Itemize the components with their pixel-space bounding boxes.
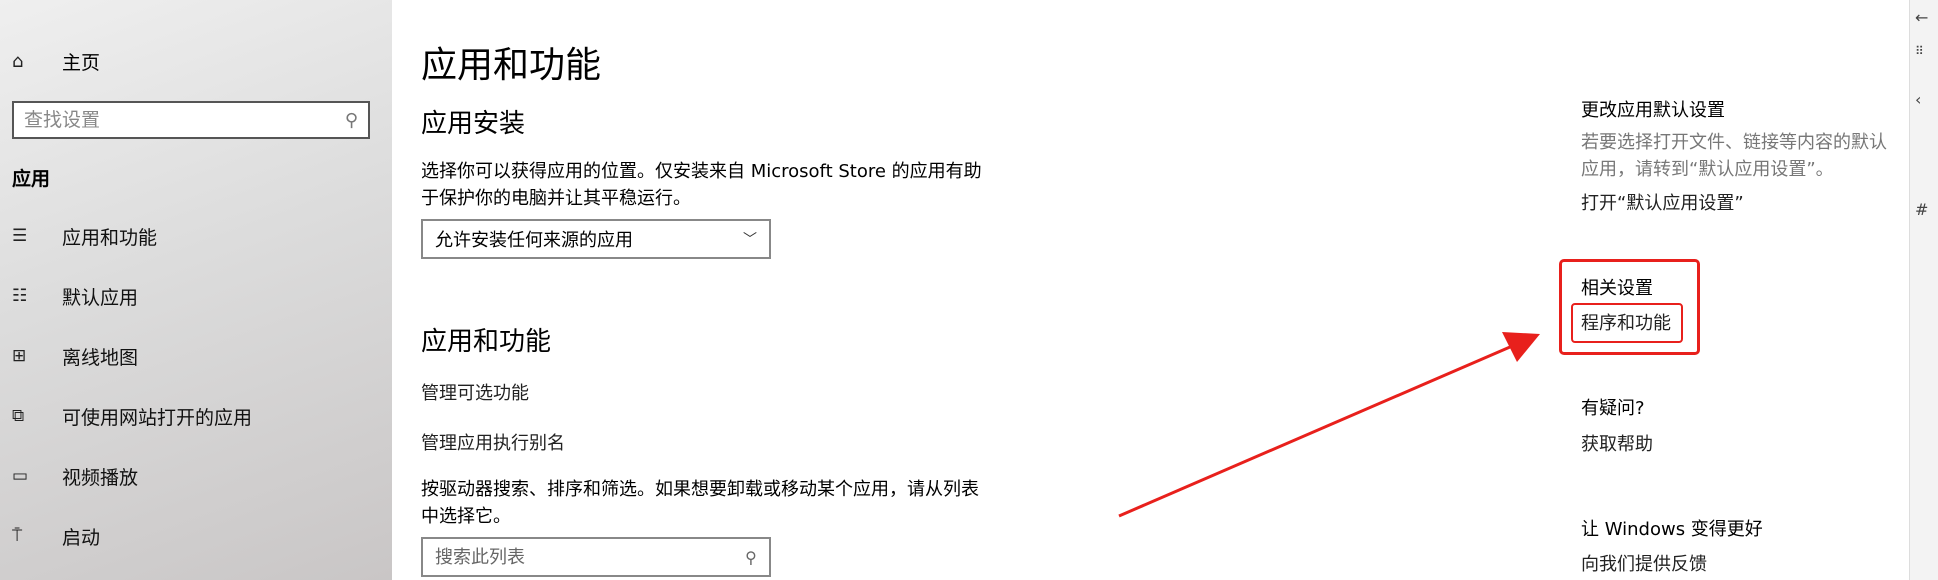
get-help-link[interactable]: 获取帮助 <box>1581 430 1653 456</box>
sidebar-item-default-apps[interactable]: ☷ 默认应用 <box>12 278 138 314</box>
nav-section-title: 应用 <box>12 168 51 190</box>
chevron-down-icon: ﹀ <box>743 232 757 248</box>
chevron-left-icon: ‹ <box>1915 90 1922 109</box>
apps-list-search-box[interactable]: ⚲ <box>421 537 771 577</box>
manage-optional-features-link[interactable]: 管理可选功能 <box>421 379 529 405</box>
install-source-dropdown[interactable]: 允许安装任何来源的应用 ﹀ <box>421 219 771 259</box>
navigation-pane: ⌂ 主页 ⚲ 应用 ☰ 应用和功能 ☷ 默认应用 ⊞ 离线地图 ⧉ 可使用网站打… <box>0 0 392 580</box>
sidebar-item-label: 离线地图 <box>62 346 139 369</box>
sidebar-item-label: 启动 <box>62 526 101 549</box>
settings-search-input[interactable] <box>24 109 345 131</box>
apps-for-websites-icon: ⧉ <box>12 406 25 426</box>
improve-windows-heading: 让 Windows 变得更好 <box>1581 519 1763 540</box>
sidebar-item-label: 应用和功能 <box>62 226 158 249</box>
startup-icon: ⍑ <box>12 526 23 546</box>
offline-maps-icon: ⊞ <box>12 346 27 366</box>
apps-list-search-input[interactable] <box>435 546 746 568</box>
app-install-heading: 应用安装 <box>421 109 526 139</box>
nav-home-label: 主页 <box>62 51 101 74</box>
video-playback-icon: ▭ <box>12 466 29 486</box>
change-defaults-heading: 更改应用默认设置 <box>1581 100 1725 121</box>
apps-grid-icon: ⠿ <box>1915 44 1924 58</box>
search-icon[interactable]: ⚲ <box>345 110 358 131</box>
main-content: 应用和功能 应用安装 选择你可以获得应用的位置。仅安装来自 Microsoft … <box>392 0 1938 580</box>
sidebar-item-offline-maps[interactable]: ⊞ 离线地图 <box>12 338 138 374</box>
sidebar-item-label: 默认应用 <box>62 286 139 309</box>
dropdown-selected-value: 允许安装任何来源的应用 <box>435 230 633 251</box>
search-icon[interactable]: ⚲ <box>745 548 757 567</box>
manage-exec-aliases-link[interactable]: 管理应用执行别名 <box>421 429 565 455</box>
apps-features-icon: ☰ <box>12 226 28 246</box>
sidebar-item-startup[interactable]: ⍑ 启动 <box>12 518 100 554</box>
annotation-inner-box <box>1571 303 1683 343</box>
default-apps-icon: ☷ <box>12 286 28 306</box>
apps-list-description: 按驱动器搜索、排序和筛选。如果想要卸载或移动某个应用，请从列表中选择它。 <box>421 479 979 527</box>
nav-home[interactable]: ⌂ 主页 <box>12 46 100 76</box>
feedback-link[interactable]: 向我们提供反馈 <box>1581 550 1707 576</box>
sidebar-item-apps-for-websites[interactable]: ⧉ 可使用网站打开的应用 <box>12 398 252 434</box>
settings-search-box[interactable]: ⚲ <box>12 101 370 139</box>
home-icon: ⌂ <box>12 50 24 72</box>
hash-icon: # <box>1915 200 1929 219</box>
apps-features-heading: 应用和功能 <box>421 327 552 357</box>
adjacent-window-edge: ← ⠿ ‹ # <box>1909 0 1938 580</box>
change-defaults-description: 若要选择打开文件、链接等内容的默认应用，请转到“默认应用设置”。 <box>1581 132 1887 180</box>
page-title: 应用和功能 <box>421 45 602 86</box>
back-arrow-icon: ← <box>1915 8 1929 27</box>
sidebar-item-label: 可使用网站打开的应用 <box>62 406 253 429</box>
settings-window: ⌂ 主页 ⚲ 应用 ☰ 应用和功能 ☷ 默认应用 ⊞ 离线地图 ⧉ 可使用网站打… <box>0 0 1938 580</box>
app-install-description: 选择你可以获得应用的位置。仅安装来自 Microsoft Store 的应用有助… <box>421 161 982 209</box>
sidebar-item-video-playback[interactable]: ▭ 视频播放 <box>12 458 138 494</box>
sidebar-item-label: 视频播放 <box>62 466 139 489</box>
open-default-apps-link[interactable]: 打开“默认应用设置” <box>1581 189 1744 215</box>
question-heading: 有疑问? <box>1581 398 1645 419</box>
sidebar-item-apps-features[interactable]: ☰ 应用和功能 <box>12 218 157 254</box>
